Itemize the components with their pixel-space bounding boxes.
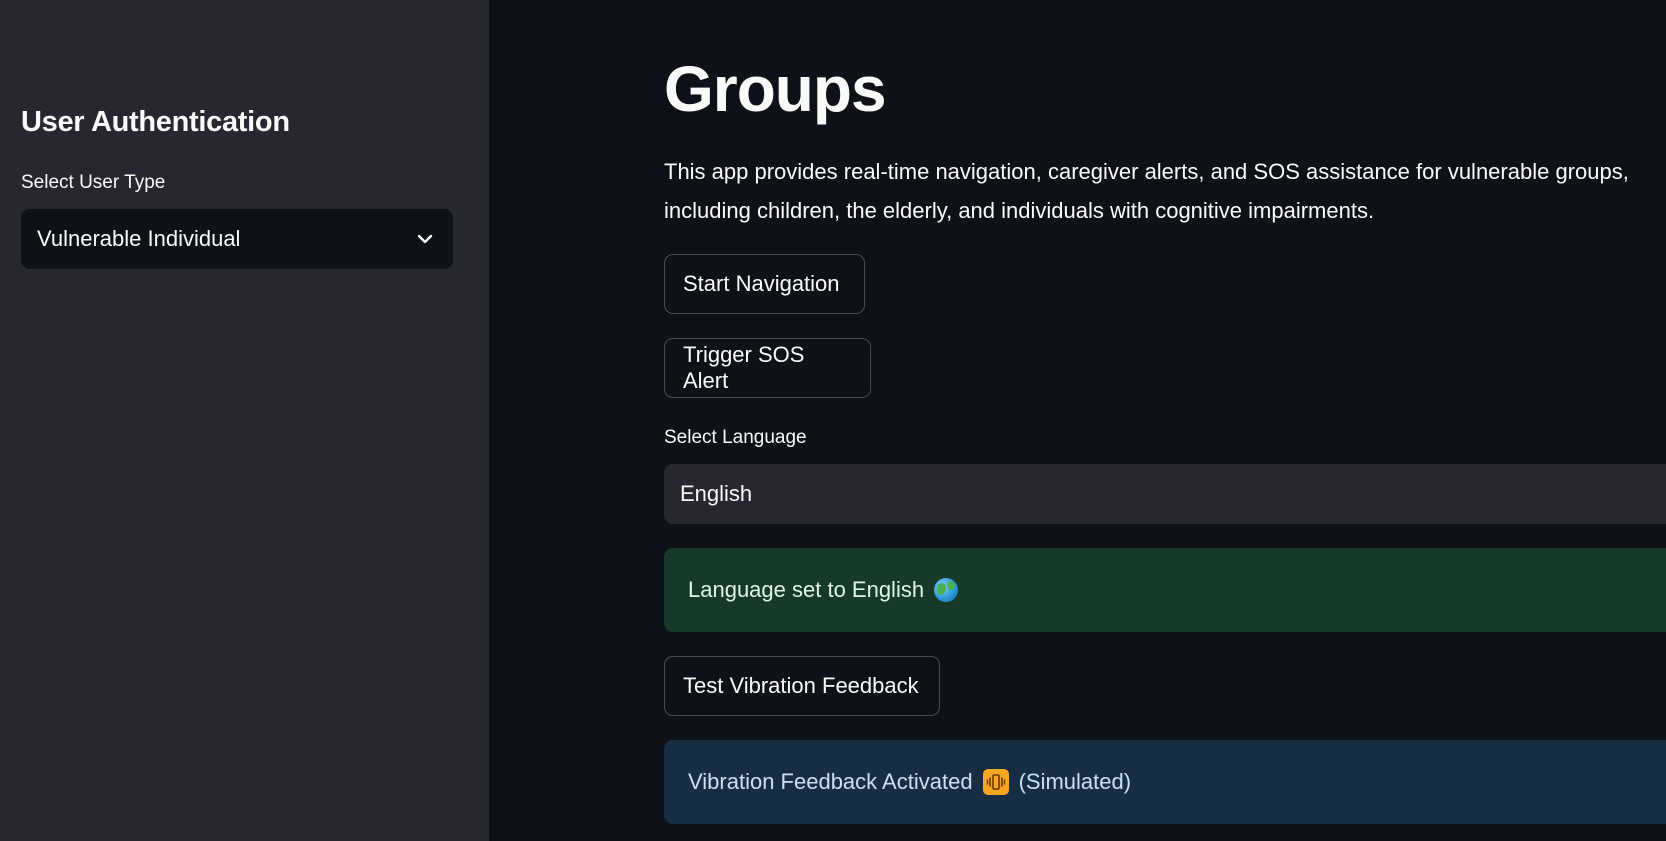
start-navigation-button[interactable]: Start Navigation — [664, 254, 865, 314]
vibration-alert-suffix: (Simulated) — [1018, 769, 1132, 794]
language-value: English — [680, 481, 753, 506]
globe-icon — [934, 578, 959, 602]
language-alert-text: Language set to English — [688, 577, 925, 602]
intro-line: including children, the elderly, and ind… — [664, 198, 1375, 223]
page-title: Groups — [664, 53, 887, 125]
trigger-sos-button[interactable]: Trigger SOS Alert — [664, 338, 871, 398]
vibration-mode-icon — [982, 769, 1009, 795]
language-success-alert: Language set to English — [664, 548, 1666, 632]
vibration-alert-prefix: Vibration Feedback Activated — [688, 769, 973, 794]
test-vibration-button[interactable]: Test Vibration Feedback — [664, 656, 940, 716]
language-select[interactable]: English — [664, 464, 1666, 524]
vibration-info-alert: Vibration Feedback Activated (Simulated) — [664, 740, 1666, 824]
language-label: Select Language — [664, 427, 807, 448]
main-content: Groups This app provides real-time navig… — [0, 0, 1666, 841]
intro-text: This app provides real-time navigation, … — [664, 152, 1666, 230]
intro-line: This app provides real-time navigation, … — [664, 159, 1629, 184]
